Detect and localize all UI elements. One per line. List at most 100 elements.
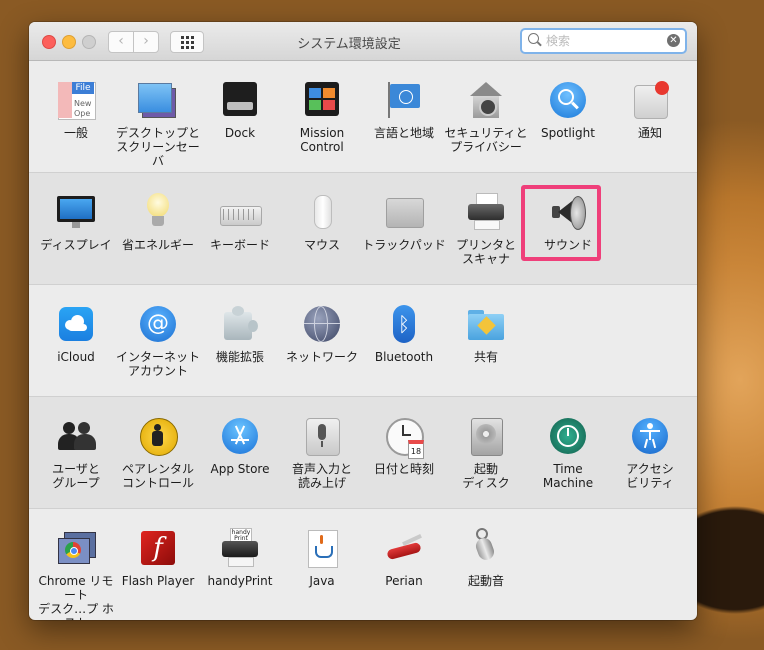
bluetooth-icon: ᛒ xyxy=(384,304,424,344)
dock-icon xyxy=(220,80,260,120)
pane-spotlight[interactable]: Spotlight xyxy=(525,80,611,140)
sharing-folder-icon xyxy=(466,304,506,344)
pane-dock[interactable]: Dock xyxy=(197,80,283,140)
pane-printers-scanners[interactable]: プリンタと スキャナ xyxy=(443,192,529,266)
pane-extensions[interactable]: 機能拡張 xyxy=(197,304,283,364)
pane-bluetooth[interactable]: ᛒ Bluetooth xyxy=(361,304,447,364)
parental-icon xyxy=(138,416,178,456)
pane-label: Dock xyxy=(224,126,256,140)
clear-search-icon[interactable]: ✕ xyxy=(667,34,680,47)
show-all-grid-button[interactable] xyxy=(170,31,204,53)
title-bar: ‹ › システム環境設定 ✕ xyxy=(29,22,697,61)
pane-users-groups[interactable]: ユーザと グループ xyxy=(33,416,119,490)
pane-label: Chrome リモート デスク…プ ホスト xyxy=(38,574,114,620)
security-house-icon xyxy=(466,80,506,120)
pane-flash-player[interactable]: f Flash Player xyxy=(115,528,201,588)
pane-label: トラックパッド xyxy=(362,238,446,252)
energy-bulb-icon xyxy=(138,192,178,232)
pane-dictation-speech[interactable]: 音声入力と 読み上げ xyxy=(279,416,365,490)
pane-perian[interactable]: Perian xyxy=(361,528,447,588)
pane-label: キーボード xyxy=(209,238,270,252)
pane-mouse[interactable]: マウス xyxy=(279,192,365,252)
pane-internet-accounts[interactable]: @ インターネット アカウント xyxy=(115,304,201,378)
pane-label: Perian xyxy=(385,574,423,588)
disk-icon xyxy=(466,416,506,456)
pane-label: ディスプレイ xyxy=(40,238,112,252)
language-flag-icon xyxy=(384,80,424,120)
pane-general[interactable]: File New Ope 一般 xyxy=(33,80,119,140)
notification-icon xyxy=(630,80,670,120)
users-icon xyxy=(56,416,96,456)
pane-sharing[interactable]: 共有 xyxy=(443,304,529,364)
pane-trackpad[interactable]: トラックパッド xyxy=(361,192,447,252)
pane-label: 音声入力と 読み上げ xyxy=(291,462,352,490)
pane-label: セキュリティと プライバシー xyxy=(444,126,528,154)
pane-desktop-screensaver[interactable]: デスクトップと スクリーンセーバ xyxy=(115,80,201,168)
pane-startup-disk[interactable]: 起動 ディスク xyxy=(443,416,529,490)
desktop-icon xyxy=(138,80,178,120)
pane-label: デスクトップと スクリーンセーバ xyxy=(115,126,200,168)
pane-label: ネットワーク xyxy=(285,350,358,364)
display-icon xyxy=(56,192,96,232)
zoom-window-button[interactable] xyxy=(82,35,96,49)
pane-label: Mission Control xyxy=(299,126,345,154)
pane-mission-control[interactable]: Mission Control xyxy=(279,80,365,154)
pane-label: 起動 ディスク xyxy=(462,462,510,490)
mouse-icon xyxy=(302,192,342,232)
trackpad-icon xyxy=(384,192,424,232)
pane-security-privacy[interactable]: セキュリティと プライバシー xyxy=(443,80,529,154)
pane-label: iCloud xyxy=(57,350,95,364)
pane-label: 起動音 xyxy=(467,574,504,588)
pane-label: App Store xyxy=(210,462,270,476)
pane-label: 日付と時刻 xyxy=(373,462,434,476)
search-field[interactable]: ✕ xyxy=(520,28,687,54)
chrome-remote-icon xyxy=(56,528,96,568)
pane-label: 機能拡張 xyxy=(215,350,264,364)
pane-label: ペアレンタル コントロール xyxy=(121,462,194,490)
icloud-icon xyxy=(56,304,96,344)
minimize-window-button[interactable] xyxy=(62,35,76,49)
keyboard-icon xyxy=(220,192,262,232)
search-input[interactable] xyxy=(544,31,663,51)
app-store-icon xyxy=(220,416,260,456)
pane-startup-sound[interactable]: 起動音 xyxy=(443,528,529,588)
pane-language-region[interactable]: 言語と地域 xyxy=(361,80,447,140)
pane-icloud[interactable]: iCloud xyxy=(33,304,119,364)
perian-knife-icon xyxy=(384,528,424,568)
forward-button[interactable]: › xyxy=(133,31,159,53)
mission-control-icon xyxy=(302,80,342,120)
window-title: システム環境設定 xyxy=(297,37,401,52)
pane-label: Java xyxy=(309,574,335,588)
pane-energy-saver[interactable]: 省エネルギー xyxy=(115,192,201,252)
pane-label: マウス xyxy=(303,238,340,252)
pane-display[interactable]: ディスプレイ xyxy=(33,192,119,252)
pane-label: 通知 xyxy=(637,126,662,140)
network-globe-icon xyxy=(302,304,342,344)
pane-time-machine[interactable]: Time Machine xyxy=(525,416,611,490)
flash-icon: f xyxy=(138,528,178,568)
pane-java[interactable]: Java xyxy=(279,528,365,588)
pane-keyboard[interactable]: キーボード xyxy=(197,192,283,252)
pane-label: ユーザと グループ xyxy=(52,462,100,490)
pane-app-store[interactable]: App Store xyxy=(197,416,283,476)
pane-chrome-remote-desktop[interactable]: Chrome リモート デスク…プ ホスト xyxy=(33,528,119,620)
pane-parental-controls[interactable]: ペアレンタル コントロール xyxy=(115,416,201,490)
puzzle-icon xyxy=(220,304,260,344)
pane-label: 言語と地域 xyxy=(373,126,434,140)
pane-label: プリンタと スキャナ xyxy=(455,238,516,266)
accessibility-icon xyxy=(630,416,670,456)
microphone-icon xyxy=(302,416,342,456)
pane-label: Flash Player xyxy=(121,574,195,588)
pane-label: Spotlight xyxy=(541,126,595,140)
java-icon xyxy=(302,528,342,568)
pane-notifications[interactable]: 通知 xyxy=(607,80,693,140)
pane-label: 一般 xyxy=(63,126,88,140)
pane-date-time[interactable]: 18 日付と時刻 xyxy=(361,416,447,476)
whistle-icon xyxy=(466,528,506,568)
close-window-button[interactable] xyxy=(42,35,56,49)
pane-handyprint[interactable]: handy Print handyPrint xyxy=(197,528,283,588)
pane-accessibility[interactable]: アクセシ ビリティ xyxy=(607,416,693,490)
pane-network[interactable]: ネットワーク xyxy=(279,304,365,364)
back-button[interactable]: ‹ xyxy=(108,31,134,53)
handyprint-icon: handy Print xyxy=(220,528,260,568)
